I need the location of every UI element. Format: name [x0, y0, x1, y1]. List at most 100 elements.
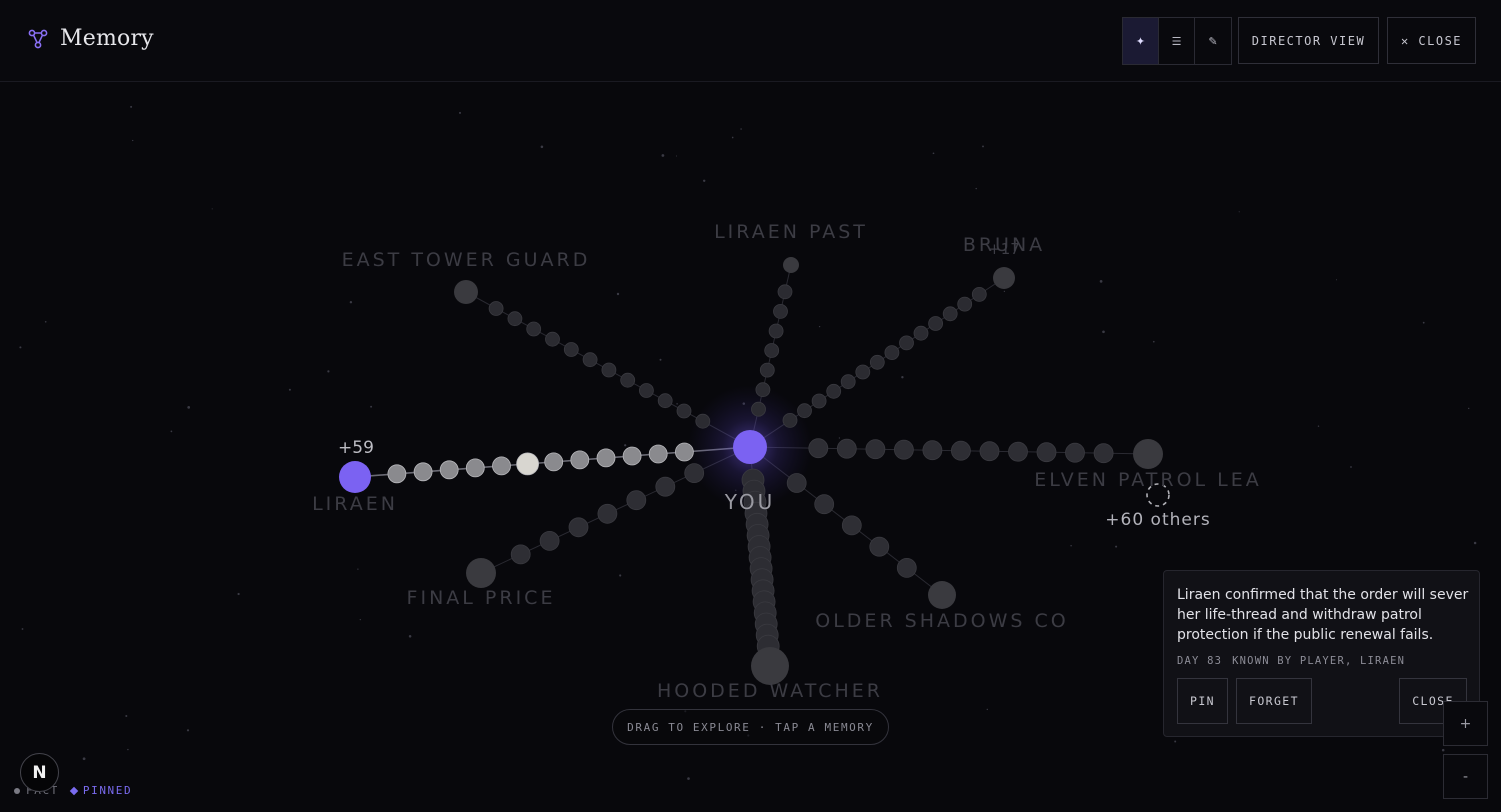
memory-node[interactable] [957, 296, 973, 312]
memory-node[interactable] [894, 439, 914, 460]
memory-node[interactable] [826, 383, 842, 399]
memory-text: Liraen confirmed that the order will sev… [1177, 587, 1469, 643]
zoom-in-button[interactable]: + [1443, 701, 1488, 746]
star [675, 155, 678, 157]
memory-node[interactable] [570, 450, 590, 470]
zoom-out-button[interactable]: - [1443, 754, 1488, 799]
memory-node[interactable] [759, 362, 775, 378]
memory-node[interactable] [601, 362, 617, 378]
entity-node[interactable] [783, 257, 799, 273]
memory-node[interactable] [648, 444, 668, 464]
memory-node[interactable] [639, 383, 654, 398]
memory-node[interactable] [526, 321, 542, 337]
memory-node[interactable] [768, 323, 784, 339]
memory-node[interactable] [684, 463, 705, 484]
memory-node[interactable] [777, 284, 793, 300]
memory-node[interactable] [899, 335, 914, 351]
star [327, 370, 330, 373]
memory-node[interactable] [1093, 443, 1114, 464]
memory-node[interactable] [563, 342, 579, 357]
memory-node[interactable] [951, 440, 971, 461]
memory-node[interactable] [755, 382, 771, 398]
memory-node[interactable] [507, 311, 523, 327]
edit-view-button[interactable]: ✎ [1195, 18, 1231, 64]
memory-node[interactable] [869, 354, 885, 370]
memory-node[interactable] [413, 462, 433, 482]
memory-node[interactable] [1036, 442, 1057, 463]
memory-node[interactable] [942, 306, 958, 322]
entity-node[interactable] [928, 581, 956, 609]
memory-node[interactable] [695, 413, 711, 429]
memory-node[interactable] [840, 374, 856, 390]
close-button[interactable]: ✕ CLOSE [1387, 17, 1476, 64]
memory-node[interactable] [544, 452, 564, 472]
star [901, 376, 904, 379]
memory-node[interactable] [488, 301, 504, 316]
memory-node[interactable] [751, 401, 766, 417]
entity-node[interactable] [339, 461, 371, 493]
memory-node[interactable] [568, 517, 589, 538]
memory-node[interactable] [922, 440, 943, 461]
memory-node[interactable] [582, 352, 598, 368]
memory-node[interactable] [1008, 441, 1028, 462]
memory-node[interactable] [764, 343, 780, 358]
star [702, 179, 706, 183]
overflow-label[interactable]: +60 others [1105, 510, 1210, 530]
memory-node[interactable] [545, 331, 560, 347]
forget-button[interactable]: FORGET [1236, 678, 1312, 724]
memory-node[interactable] [896, 557, 917, 578]
memory-node[interactable] [465, 458, 485, 478]
memory-node[interactable] [786, 473, 807, 493]
memory-node[interactable] [620, 372, 636, 388]
star [661, 154, 665, 157]
entity-label: LIRAEN PAST [714, 221, 868, 243]
memory-node[interactable] [439, 460, 459, 480]
memory-node[interactable] [626, 490, 647, 511]
entity-node[interactable] [466, 558, 496, 588]
entity-label: EAST TOWER GUARD [342, 249, 591, 271]
memory-node[interactable] [655, 476, 676, 497]
memory-node[interactable] [979, 441, 1000, 462]
memory-node[interactable] [913, 325, 929, 341]
memory-node[interactable] [539, 530, 560, 551]
memory-node[interactable] [855, 364, 871, 380]
memory-node[interactable] [773, 303, 788, 319]
memory-node[interactable] [597, 503, 618, 524]
memory-node[interactable] [622, 446, 642, 466]
memory-node[interactable] [492, 456, 511, 476]
memory-node[interactable] [797, 403, 812, 419]
entity-node[interactable] [454, 280, 478, 304]
star [1070, 545, 1072, 547]
memory-node[interactable] [596, 448, 616, 468]
star [624, 444, 627, 447]
memory-node[interactable] [657, 393, 673, 409]
memory-node[interactable] [841, 515, 862, 536]
star [619, 574, 622, 577]
entity-node[interactable] [1133, 439, 1163, 469]
memory-node[interactable] [836, 438, 857, 459]
n-badge[interactable]: N [20, 753, 59, 792]
memory-node[interactable] [510, 544, 531, 565]
memory-node[interactable] [884, 345, 900, 361]
memory-node[interactable] [676, 403, 692, 419]
memory-node[interactable] [869, 536, 890, 557]
memory-node[interactable] [928, 316, 943, 331]
center-node[interactable] [733, 430, 767, 464]
memory-node[interactable] [516, 452, 539, 476]
director-view-button[interactable]: DIRECTOR VIEW [1238, 17, 1379, 64]
pin-button[interactable]: PIN [1177, 678, 1228, 724]
memory-node[interactable] [971, 286, 987, 302]
memory-node[interactable] [865, 439, 886, 460]
memory-node[interactable] [675, 442, 694, 462]
memory-node[interactable] [1065, 442, 1085, 463]
memory-node[interactable] [387, 464, 407, 484]
memory-node[interactable] [782, 412, 798, 428]
list-view-button[interactable]: ☰ [1159, 18, 1195, 64]
memory-node[interactable] [811, 393, 827, 409]
graph-view-button[interactable]: ✦ [1123, 18, 1159, 64]
memory-node[interactable] [814, 494, 835, 515]
star [1003, 290, 1006, 293]
memory-node[interactable] [808, 438, 829, 459]
star [1317, 425, 1320, 427]
entity-node[interactable] [993, 267, 1015, 289]
